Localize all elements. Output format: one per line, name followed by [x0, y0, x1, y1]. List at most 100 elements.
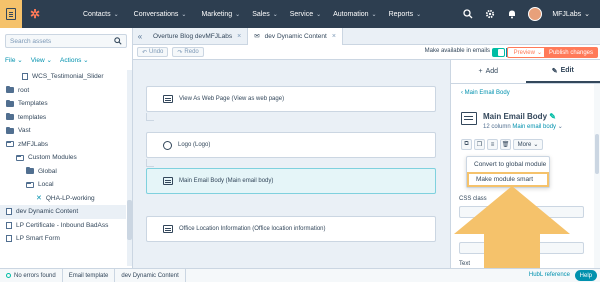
- search-icon[interactable]: [462, 8, 474, 20]
- rich-text-icon: [461, 112, 477, 125]
- close-icon[interactable]: ×: [237, 33, 241, 40]
- search-icon: [114, 37, 122, 47]
- logo-icon: [163, 140, 172, 150]
- tree-item-root[interactable]: root: [0, 84, 126, 98]
- module-logo[interactable]: Logo (Logo): [146, 132, 436, 158]
- plus-icon: +: [478, 68, 483, 75]
- module-main-email-body[interactable]: Main Email Body (Main email body): [146, 168, 436, 194]
- x-module-icon: ✕: [36, 195, 42, 203]
- error-status[interactable]: No errors found: [0, 268, 63, 282]
- breadcrumb[interactable]: ‹ Main Email Body: [461, 90, 510, 96]
- tree-item-zmfjlabs[interactable]: zMFJLabs: [0, 138, 126, 152]
- list-icon[interactable]: ≡: [487, 139, 498, 150]
- nav-right-tools: MFJLabs ⌄: [462, 0, 590, 28]
- email-icon: ✉: [254, 33, 260, 40]
- nav-sales[interactable]: Sales ⌄: [252, 11, 278, 18]
- chevron-down-icon: ⌄: [584, 11, 590, 18]
- panel-scrollbar[interactable]: [594, 84, 600, 268]
- tab-dev-dynamic-content[interactable]: ✉ dev Dynamic Content ×: [248, 27, 343, 45]
- close-icon[interactable]: ×: [332, 33, 336, 40]
- hubl-reference-link[interactable]: HubL reference: [529, 272, 570, 278]
- tree-item-wcs-testimonial-slider[interactable]: WCS_Testimonial_Slider: [0, 70, 126, 84]
- delete-icon[interactable]: 🗑: [500, 139, 511, 150]
- available-in-emails-toggle[interactable]: [492, 48, 505, 57]
- search-input[interactable]: Search assets: [5, 34, 127, 48]
- chevron-down-icon: ⌄: [181, 11, 187, 18]
- collapse-sidebar-icon[interactable]: «: [133, 32, 147, 41]
- module-name-link[interactable]: Main email body: [512, 124, 556, 130]
- tree-item-qha-lp-working[interactable]: ✕ QHA-LP-working: [0, 192, 126, 206]
- convert-to-global-module-item[interactable]: Convert to global module: [467, 157, 549, 172]
- bell-icon[interactable]: [506, 8, 518, 20]
- file-icon: [6, 235, 12, 243]
- module-connector: [146, 113, 154, 121]
- nav-conversations[interactable]: Conversations ⌄: [134, 11, 187, 18]
- module-office-location[interactable]: Office Location Information (Office loca…: [146, 216, 436, 242]
- clone-icon[interactable]: ⧉: [461, 139, 472, 150]
- module-header: Main Email Body ✎ 12 column Main email b…: [461, 112, 563, 130]
- tree-item-custom-modules[interactable]: Custom Modules: [0, 151, 126, 165]
- folder-icon: [6, 113, 14, 121]
- chevron-down-icon: ⌄: [113, 11, 119, 18]
- tab-edit[interactable]: ✎ Edit: [525, 60, 600, 83]
- tree-item-local[interactable]: Local: [0, 178, 126, 192]
- copy-icon[interactable]: ❐: [474, 139, 485, 150]
- more-button[interactable]: More ⌄: [513, 139, 543, 150]
- editor-toolbar: ↶ Undo ↷ Redo Make available in emails Pre…: [133, 45, 600, 60]
- pencil-icon[interactable]: ✎: [549, 112, 556, 121]
- tree-item-lp-smart-form[interactable]: LP Smart Form: [0, 232, 126, 246]
- nav-marketing[interactable]: Marketing ⌄: [201, 11, 240, 18]
- file-icon: [6, 221, 12, 229]
- tab-overture-blog[interactable]: Overture Blog devMFJLabs ×: [147, 27, 249, 45]
- module-connector: [146, 159, 154, 167]
- chevron-down-icon: ⌄: [371, 11, 377, 18]
- tree-item-templates-upper[interactable]: Templates: [0, 97, 126, 111]
- rich-text-icon: [163, 177, 173, 185]
- redo-button[interactable]: ↷ Redo: [172, 47, 204, 57]
- publish-changes-button[interactable]: Publish changes: [543, 47, 598, 58]
- view-menu[interactable]: View ⌄: [31, 56, 52, 64]
- hubspot-logo-icon[interactable]: ✲: [30, 7, 48, 21]
- folder-icon: [6, 99, 14, 107]
- account-menu[interactable]: MFJLabs ⌄: [552, 10, 590, 19]
- tree-item-vast[interactable]: Vast: [0, 124, 126, 138]
- chevron-down-icon: ⌄: [533, 142, 539, 148]
- actions-menu[interactable]: Actions ⌄: [60, 56, 89, 64]
- rich-text-icon: [163, 95, 173, 103]
- file-tree: WCS_Testimonial_Slider root Templates te…: [0, 70, 126, 246]
- tree-item-dev-dynamic-content[interactable]: dev Dynamic Content: [0, 205, 126, 219]
- nav-reports[interactable]: Reports ⌄: [389, 11, 422, 18]
- avatar[interactable]: [528, 7, 543, 21]
- tree-item-global[interactable]: Global: [0, 165, 126, 179]
- nav-contacts[interactable]: Contacts ⌄: [83, 11, 119, 18]
- file-menu[interactable]: File ⌄: [5, 56, 23, 64]
- chevron-down-icon: ⌄: [235, 11, 241, 18]
- file-icon: [6, 208, 12, 216]
- folder-icon: [26, 167, 34, 175]
- undo-icon: ↶: [142, 49, 148, 56]
- tree-item-templates-lower[interactable]: templates: [0, 111, 126, 125]
- tab-add[interactable]: + Add: [451, 60, 526, 83]
- nav-service[interactable]: Service ⌄: [290, 11, 321, 18]
- sidebar-scrollbar[interactable]: [127, 70, 132, 266]
- status-bar: No errors found Email template dev Dynam…: [0, 268, 600, 282]
- module-view-as-web-page[interactable]: View As Web Page (View as web page): [146, 86, 436, 112]
- tree-item-lp-certificate[interactable]: LP Certificate - Inbound BadAss: [0, 219, 126, 233]
- folder-open-icon: [6, 141, 14, 148]
- gear-icon[interactable]: [484, 8, 496, 20]
- make-module-smart-item[interactable]: Make module smart: [467, 172, 549, 187]
- template-canvas: View As Web Page (View as web page) Logo…: [133, 60, 450, 268]
- undo-button[interactable]: ↶ Undo: [137, 47, 169, 57]
- folder-icon: [6, 126, 14, 134]
- preview-button[interactable]: Preview ⌄: [506, 47, 549, 58]
- nav-automation[interactable]: Automation ⌄: [333, 11, 376, 18]
- help-button[interactable]: Help: [574, 270, 597, 281]
- module-subtitle: 12 column Main email body ⌄: [483, 124, 563, 130]
- check-circle-icon: [6, 273, 11, 278]
- sidebar-menu: File ⌄ View ⌄ Actions ⌄: [5, 56, 89, 64]
- chevron-down-icon: ⌄: [272, 11, 278, 18]
- folder-open-icon: [26, 181, 34, 188]
- document-logo-icon: [0, 0, 22, 28]
- file-sidebar: Search assets File ⌄ View ⌄ Actions ⌄ WC…: [0, 28, 133, 268]
- editor-tab-bar: « Overture Blog devMFJLabs × ✉ dev Dynamic…: [133, 27, 600, 45]
